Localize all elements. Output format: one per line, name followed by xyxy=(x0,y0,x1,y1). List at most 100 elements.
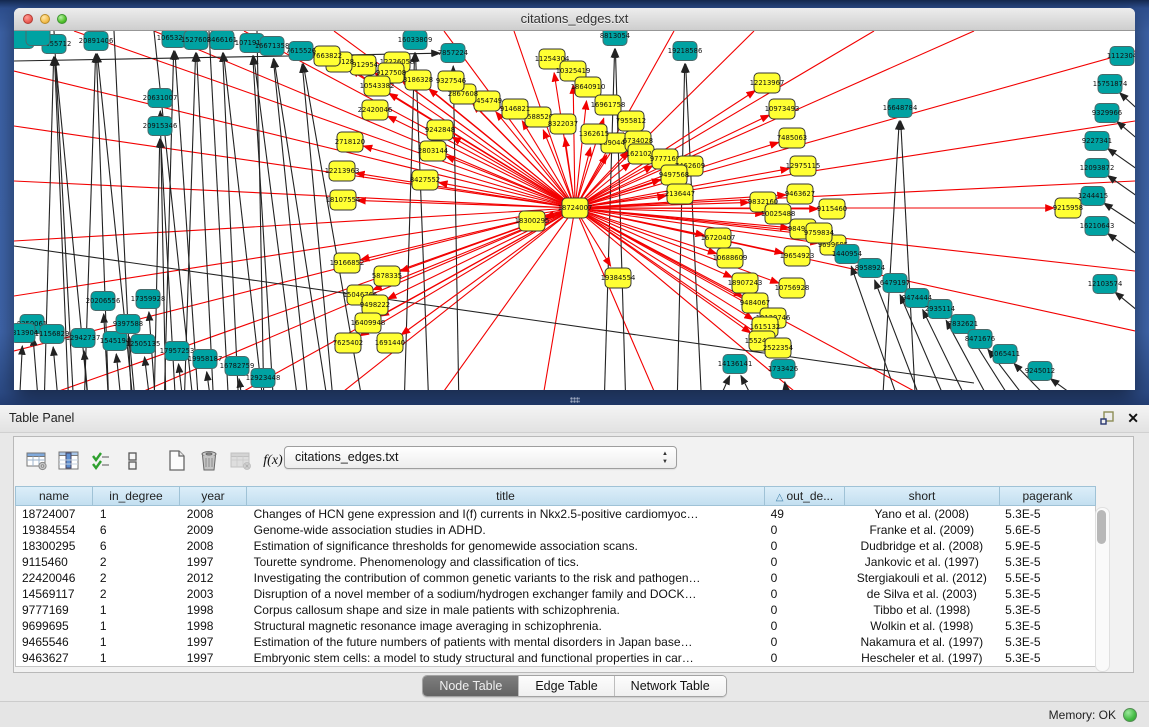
graph-edge[interactable] xyxy=(415,53,429,390)
tab-edge-table[interactable]: Edge Table xyxy=(518,676,613,696)
table-cell: Franke et al. (2009) xyxy=(844,522,999,538)
table-scrollbar[interactable] xyxy=(1095,507,1110,672)
graph-edge[interactable] xyxy=(179,364,184,390)
table-row[interactable]: 911546021997Tourette syndrome. Phenomeno… xyxy=(16,554,1095,570)
tab-node-table[interactable]: Node Table xyxy=(423,676,518,696)
network-graph[interactable]: 1872400711254304103254191864091016961758… xyxy=(14,31,1135,390)
graph-edge[interactable] xyxy=(239,379,244,390)
graph-node-label: 8471676 xyxy=(965,335,995,343)
column-header-out-de-[interactable]: △out_de... xyxy=(765,486,845,506)
table-selector-dropdown[interactable]: citations_edges.txt ▲▼ xyxy=(284,446,677,469)
graph-edge[interactable] xyxy=(145,357,151,390)
graph-node-label: 6479197 xyxy=(880,279,910,287)
graph-edge[interactable] xyxy=(154,31,194,390)
graph-node-label: 1244415 xyxy=(1078,192,1108,200)
table-cell: 6 xyxy=(94,522,181,538)
table-header-row: namein_degreeyeartitle△out_de...shortpag… xyxy=(15,486,1096,506)
graph-node-label: 12103574 xyxy=(1088,280,1123,288)
graph-edge[interactable] xyxy=(452,137,575,208)
graph-edge[interactable] xyxy=(14,208,575,241)
table-row[interactable]: 1830029562008Estimation of significance … xyxy=(16,538,1095,554)
table-selector-value: citations_edges.txt xyxy=(295,450,399,464)
table-panel-title: Table Panel xyxy=(9,411,74,425)
graph-node-label: 7625402 xyxy=(333,339,363,347)
column-header-name[interactable]: name xyxy=(15,486,93,506)
splitter-handle[interactable] xyxy=(570,397,580,403)
column-header-short[interactable]: short xyxy=(845,486,1000,506)
table-row[interactable]: 1872400712008Changes of HCN gene express… xyxy=(16,506,1095,522)
graph-edge[interactable] xyxy=(1108,175,1135,208)
graph-node[interactable] xyxy=(26,31,50,46)
graph-edge[interactable] xyxy=(401,208,575,335)
column-header-pagerank[interactable]: pagerank xyxy=(1000,486,1096,506)
graph-edge[interactable] xyxy=(901,121,916,390)
graph-node-label: 10025488 xyxy=(761,210,796,218)
graph-node-label: 20631007 xyxy=(143,94,178,102)
column-header-year[interactable]: year xyxy=(180,486,247,506)
graph-edge[interactable] xyxy=(19,346,22,390)
table-cell: 1997 xyxy=(181,634,248,650)
graph-edge[interactable] xyxy=(14,208,575,351)
graph-edge[interactable] xyxy=(882,121,899,390)
close-panel-icon[interactable]: ✕ xyxy=(1127,410,1139,426)
graph-edge[interactable] xyxy=(544,208,575,390)
tab-network-table[interactable]: Network Table xyxy=(614,676,726,696)
table-toolbar: f(x) xyxy=(22,443,290,479)
table-cell: Dudbridge et al. (2008) xyxy=(844,538,999,554)
graph-edge[interactable] xyxy=(575,51,1135,208)
graph-node-label: 7857224 xyxy=(438,49,468,57)
column-header-title[interactable]: title xyxy=(247,486,765,506)
float-window-icon[interactable] xyxy=(1100,411,1115,425)
row-options-icon[interactable] xyxy=(118,446,148,476)
graph-node-label: 16720407 xyxy=(701,234,736,242)
table-row[interactable]: 1456911722003Disruption of a novel membe… xyxy=(16,586,1095,602)
graph-node-label: 9242848 xyxy=(425,126,455,134)
table-cell: 5.3E-5 xyxy=(999,554,1095,570)
graph-edge[interactable] xyxy=(1051,379,1095,390)
graph-edge[interactable] xyxy=(14,208,575,296)
table-row[interactable]: 977716911998Corpus callosum shape and si… xyxy=(16,602,1095,618)
table-scrollbar-thumb[interactable] xyxy=(1097,510,1106,544)
table-cell: 2008 xyxy=(181,506,248,522)
graph-node-label: 22420046 xyxy=(358,106,393,114)
table-cell: Tourette syndrome. Phenomenology and cla… xyxy=(248,554,765,570)
table-panel: Table Panel ✕ xyxy=(0,405,1149,727)
graph-edge[interactable] xyxy=(53,347,59,390)
table-cell: 0 xyxy=(765,538,845,554)
column-header-in-degree[interactable]: in_degree xyxy=(93,486,180,506)
table-row[interactable]: 1938455462009Genome-wide association stu… xyxy=(16,522,1095,538)
graph-edge[interactable] xyxy=(1115,292,1135,324)
graph-edge[interactable] xyxy=(573,85,575,208)
graph-edge[interactable] xyxy=(453,66,459,390)
graph-edge[interactable] xyxy=(257,31,264,390)
table-settings-icon[interactable] xyxy=(22,446,52,476)
table-cell: 19384554 xyxy=(16,522,94,538)
window-titlebar[interactable]: citations_edges.txt xyxy=(14,8,1135,31)
graph-edge[interactable] xyxy=(714,376,730,390)
table-cell: 2009 xyxy=(181,522,248,538)
graph-edge[interactable] xyxy=(741,376,759,390)
table-cell: 5.6E-5 xyxy=(999,522,1095,538)
network-window[interactable]: citations_edges.txt 18724007112543041032… xyxy=(14,8,1135,390)
table-cell: Genome-wide association studies in ADHD. xyxy=(248,522,765,538)
graph-node-label: 16033809 xyxy=(398,36,433,44)
graph-edge[interactable] xyxy=(686,64,702,390)
graph-node-label: 8322037 xyxy=(548,120,578,128)
table-cell: Estimation of the future numbers of pati… xyxy=(248,634,765,650)
table-row[interactable]: 969969511998Structural magnetic resonanc… xyxy=(16,618,1095,634)
new-table-icon[interactable] xyxy=(162,446,192,476)
select-all-columns-icon[interactable] xyxy=(86,446,116,476)
table-row[interactable]: 946362711997Embryonic stem cells: a mode… xyxy=(16,650,1095,666)
show-column-icon[interactable] xyxy=(54,446,84,476)
table-cell: Changes of HCN gene expression and I(f) … xyxy=(248,506,765,522)
graph-edge[interactable] xyxy=(1108,233,1135,266)
table-cell: 9777169 xyxy=(16,602,94,618)
graph-edge[interactable] xyxy=(116,354,122,390)
graph-edge[interactable] xyxy=(207,372,212,390)
network-view[interactable]: 1872400711254304103254191864091016961758… xyxy=(14,31,1135,390)
delete-table-icon[interactable] xyxy=(194,446,224,476)
graph-node-label: 9327546 xyxy=(436,77,466,85)
graph-edge[interactable] xyxy=(1117,121,1135,153)
table-row[interactable]: 2242004622012Investigating the contribut… xyxy=(16,570,1095,586)
table-row[interactable]: 946554611997Estimation of the future num… xyxy=(16,634,1095,650)
